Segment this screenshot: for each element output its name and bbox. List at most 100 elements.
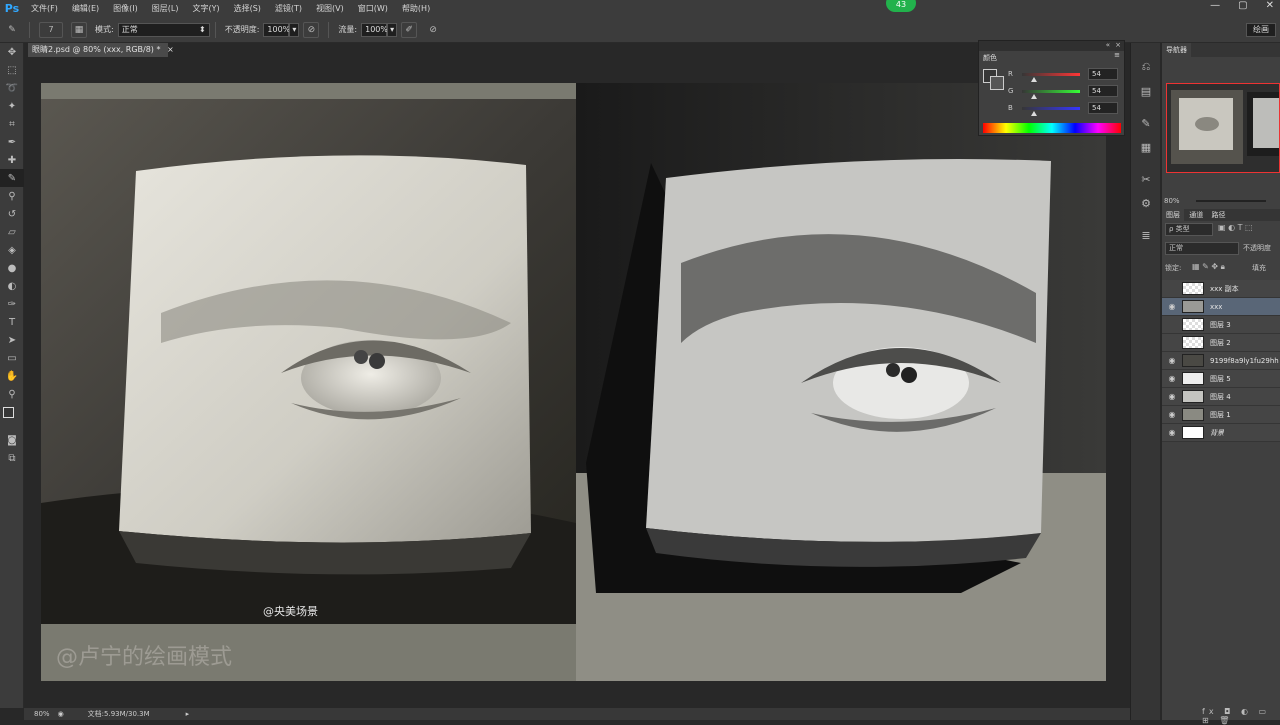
opacity-dropdown-icon[interactable]: ▾ <box>289 22 300 37</box>
layer-row[interactable]: ◉ 图层 5 <box>1162 370 1280 388</box>
airbrush-icon[interactable]: ✐ <box>401 21 418 38</box>
history-brush-tool-icon[interactable]: ↺ <box>0 205 24 223</box>
menu-help[interactable]: 帮助(H) <box>395 3 437 14</box>
lock-icons[interactable]: ▦ ✎ ✥ 🔒︎ <box>1192 262 1225 272</box>
brush-size-picker[interactable]: 7 <box>39 21 63 38</box>
opacity-field[interactable]: 100% <box>263 22 290 37</box>
collapse-panel-icon[interactable]: « <box>1106 41 1110 49</box>
minimize-icon[interactable]: — <box>1210 0 1220 11</box>
blend-mode-select[interactable]: 正常 <box>1165 242 1239 255</box>
menu-view[interactable]: 视图(V) <box>309 3 351 14</box>
menu-layer[interactable]: 图层(L) <box>145 3 186 14</box>
pressure-size-icon[interactable]: ⊘ <box>425 22 441 38</box>
screen-mode-icon[interactable]: ⧉ <box>0 449 24 467</box>
layer-row[interactable]: ◉ 图层 1 <box>1162 406 1280 424</box>
eye-icon[interactable]: ◉ <box>1162 410 1182 419</box>
layer-actions[interactable]: fx ◘ ◐ ▭ ⊞ 🗑︎ <box>1202 707 1280 725</box>
zoom-level[interactable]: 80% <box>34 710 50 718</box>
close-icon[interactable]: ✕ <box>1266 0 1274 11</box>
move-tool-icon[interactable]: ✥ <box>0 43 24 61</box>
flow-dropdown-icon[interactable]: ▾ <box>387 22 398 37</box>
menu-window[interactable]: 窗口(W) <box>351 3 395 14</box>
status-menu-arrow-icon[interactable]: ▸ <box>186 710 190 718</box>
brush-presets-icon[interactable]: ▦ <box>1131 135 1161 159</box>
layer-row[interactable]: 图层 2 <box>1162 334 1280 352</box>
healing-brush-tool-icon[interactable]: ✚ <box>0 151 24 169</box>
red-slider[interactable] <box>1022 72 1080 82</box>
color-panel-title[interactable]: 颜色 <box>983 54 997 62</box>
eye-icon[interactable]: ◉ <box>1162 302 1182 311</box>
navigator-thumbnail[interactable] <box>1166 83 1280 173</box>
menu-file[interactable]: 文件(F) <box>24 3 65 14</box>
navigator-tab[interactable]: 导航器 <box>1162 43 1191 57</box>
eye-icon[interactable]: ◉ <box>1162 428 1182 437</box>
channels-tab[interactable]: 通道 <box>1186 209 1206 221</box>
maximize-icon[interactable]: ▢ <box>1238 0 1247 11</box>
layer-row[interactable]: ◉ xxx <box>1162 298 1280 316</box>
color-spectrum-ramp[interactable] <box>983 123 1121 133</box>
paint-bucket-tool-icon[interactable]: ◈ <box>0 241 24 259</box>
dodge-tool-icon[interactable]: ◐ <box>0 277 24 295</box>
status-info-icon[interactable]: ◉ <box>58 710 64 718</box>
blur-tool-icon[interactable]: ● <box>0 259 24 277</box>
layer-row[interactable]: ◉ 9199f8a9ly1fu29hh <box>1162 352 1280 370</box>
zoom-tool-icon[interactable]: ⚲ <box>0 385 24 403</box>
brush-tool-icon[interactable]: ✎ <box>0 169 24 187</box>
mode-select[interactable]: 正常 ⬍ <box>117 22 210 37</box>
pen-tool-icon[interactable]: ✑ <box>0 295 24 313</box>
menu-image[interactable]: 图像(I) <box>106 3 145 14</box>
layer-filter-select[interactable]: ρ 类型 <box>1165 223 1213 236</box>
canvas[interactable]: @央美场景 @卢宁的绘画模式 <box>41 83 1106 681</box>
layer-row[interactable]: 图层 3 <box>1162 316 1280 334</box>
menu-type[interactable]: 文字(Y) <box>185 3 226 14</box>
properties-panel-icon[interactable]: ≣ <box>1131 223 1161 247</box>
paths-tab[interactable]: 路径 <box>1208 209 1228 221</box>
green-slider[interactable] <box>1022 89 1080 99</box>
navigator-zoom-slider[interactable] <box>1195 200 1266 202</box>
menu-edit[interactable]: 编辑(E) <box>65 3 106 14</box>
navigator-zoom-value[interactable]: 80% <box>1164 197 1180 205</box>
layer-row[interactable]: ◉ 背景 <box>1162 424 1280 442</box>
adjustments-panel-icon[interactable]: ⚙ <box>1131 191 1161 215</box>
blue-value-field[interactable]: 54 <box>1088 102 1118 114</box>
quick-mask-icon[interactable]: ◙ <box>0 431 24 449</box>
eyedropper-tool-icon[interactable]: ✒ <box>0 133 24 151</box>
document-tab[interactable]: 眼睛2.psd @ 80% (xxx, RGB/8) * × <box>28 43 174 57</box>
brush-tool-preset-icon[interactable]: ✎ <box>4 22 20 38</box>
brush-panel-toggle-icon[interactable]: ▦ <box>71 21 87 38</box>
pressure-opacity-icon[interactable]: ⊘ <box>303 21 320 38</box>
lasso-tool-icon[interactable]: ➰ <box>0 79 24 97</box>
eraser-tool-icon[interactable]: ▱ <box>0 223 24 241</box>
clone-stamp-tool-icon[interactable]: ⚲ <box>0 187 24 205</box>
red-slider-thumb[interactable] <box>1031 76 1038 82</box>
menu-select[interactable]: 选择(S) <box>227 3 268 14</box>
workspace-button[interactable]: 绘画 <box>1246 22 1276 37</box>
flow-field[interactable]: 100% <box>361 22 388 37</box>
blue-slider-thumb[interactable] <box>1031 110 1038 116</box>
layer-filter-icons[interactable]: ▣ ◐ T ⬚ <box>1218 223 1280 236</box>
eye-icon[interactable]: ◉ <box>1162 374 1182 383</box>
crop-tool-icon[interactable]: ⌗ <box>0 115 24 133</box>
hand-tool-icon[interactable]: ✋ <box>0 367 24 385</box>
eye-icon[interactable]: ◉ <box>1162 356 1182 365</box>
color-swatches[interactable] <box>0 403 24 431</box>
tool-presets-icon[interactable]: ✂ <box>1131 167 1161 191</box>
layers-tab[interactable]: 图层 <box>1162 209 1184 221</box>
foreground-color-swatch[interactable] <box>3 407 14 418</box>
close-tab-icon[interactable]: × <box>167 45 174 54</box>
green-value-field[interactable]: 54 <box>1088 85 1118 97</box>
path-select-tool-icon[interactable]: ➤ <box>0 331 24 349</box>
menu-filter[interactable]: 滤镜(T) <box>268 3 309 14</box>
info-panel-icon[interactable]: ▤ <box>1131 79 1161 103</box>
type-tool-icon[interactable]: T <box>0 313 24 331</box>
green-slider-thumb[interactable] <box>1031 93 1038 99</box>
layer-row[interactable]: xxx 副本 <box>1162 280 1280 298</box>
red-value-field[interactable]: 54 <box>1088 68 1118 80</box>
history-panel-icon[interactable]: ⎌ <box>1131 55 1161 79</box>
marquee-tool-icon[interactable]: ⬚ <box>0 61 24 79</box>
shape-tool-icon[interactable]: ▭ <box>0 349 24 367</box>
brush-panel-icon[interactable]: ✎ <box>1131 111 1161 135</box>
eye-icon[interactable]: ◉ <box>1162 392 1182 401</box>
quick-select-tool-icon[interactable]: ✦ <box>0 97 24 115</box>
color-panel-titlebar[interactable]: « × <box>979 41 1124 51</box>
